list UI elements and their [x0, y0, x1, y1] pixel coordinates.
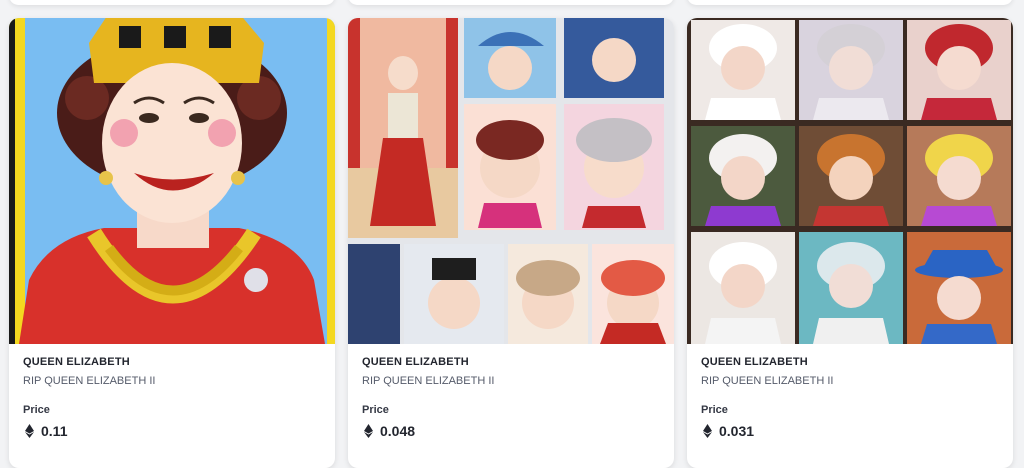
collection-name[interactable]: RIP QUEEN ELIZABETH II — [23, 374, 321, 388]
nft-card[interactable]: QUEEN ELIZABETH RIP QUEEN ELIZABETH II P… — [348, 18, 674, 468]
nft-artwork-image[interactable] — [348, 18, 674, 344]
price-value: 0.048 — [380, 423, 416, 439]
price-row: 0.11 — [23, 422, 321, 440]
collection-name[interactable]: RIP QUEEN ELIZABETH II — [701, 374, 999, 388]
nft-card[interactable]: QUEEN ELIZABETH RIP QUEEN ELIZABETH II P… — [9, 18, 335, 468]
ethereum-icon — [703, 424, 712, 438]
price-row: 0.048 — [362, 422, 660, 440]
previous-row-card[interactable] — [687, 0, 1013, 5]
price-value: 0.11 — [41, 423, 68, 439]
nft-title[interactable]: QUEEN ELIZABETH — [701, 355, 999, 369]
nft-card[interactable]: QUEEN ELIZABETH RIP QUEEN ELIZABETH II P… — [687, 18, 1013, 468]
nft-title[interactable]: QUEEN ELIZABETH — [23, 355, 321, 369]
price-label: Price — [701, 404, 728, 416]
collection-name[interactable]: RIP QUEEN ELIZABETH II — [362, 374, 660, 388]
previous-row-card[interactable] — [9, 0, 335, 5]
price-value: 0.031 — [719, 423, 755, 439]
price-label: Price — [362, 404, 389, 416]
nft-artwork-image[interactable] — [687, 18, 1013, 344]
ethereum-icon — [25, 424, 34, 438]
ethereum-icon — [364, 424, 373, 438]
price-label: Price — [23, 404, 50, 416]
nft-title[interactable]: QUEEN ELIZABETH — [362, 355, 660, 369]
price-row: 0.031 — [701, 422, 999, 440]
previous-row-card[interactable] — [348, 0, 674, 5]
nft-artwork-image[interactable] — [9, 18, 335, 344]
